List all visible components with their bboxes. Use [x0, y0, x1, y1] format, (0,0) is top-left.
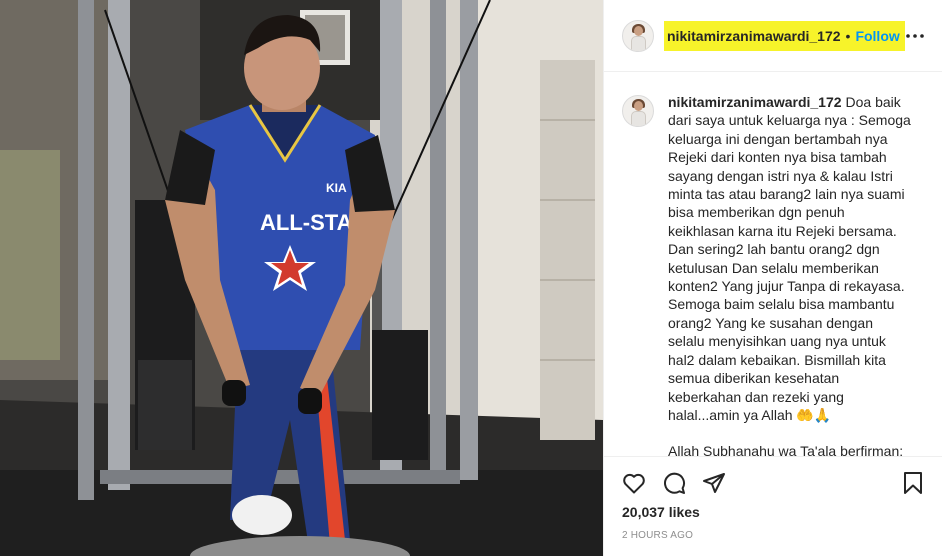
post-timestamp[interactable]: 2 HOURS AGO [622, 530, 693, 541]
heart-icon [623, 473, 645, 494]
save-button[interactable] [899, 469, 927, 497]
action-icons-row [620, 469, 927, 497]
share-icon [703, 473, 725, 493]
follow-button[interactable]: Follow [855, 28, 899, 44]
more-options-button[interactable] [905, 26, 925, 46]
caption-text: nikitamirzanimawardi_172 Doa baik dari sa… [668, 93, 913, 456]
caption-username[interactable]: nikitamirzanimawardi_172 [668, 94, 842, 110]
caption-area[interactable]: nikitamirzanimawardi_172 Doa baik dari sa… [604, 73, 942, 456]
username-highlight: nikitamirzanimawardi_172 • Follow [664, 20, 905, 51]
instagram-post: ALL-STAR KIA nikitamirzanimawardi_172 • … [0, 0, 942, 556]
caption-avatar[interactable] [622, 95, 654, 127]
caption-body: Doa baik dari saya untuk keluarga nya : … [668, 94, 911, 423]
post-header: nikitamirzanimawardi_172 • Follow [604, 0, 942, 72]
comment-button[interactable] [660, 469, 688, 497]
share-button[interactable] [700, 469, 728, 497]
author-username[interactable]: nikitamirzanimawardi_172 [667, 28, 841, 44]
comment-icon [664, 472, 686, 494]
jersey-brand: KIA [326, 181, 347, 195]
post-side-panel: nikitamirzanimawardi_172 • Follow nikita… [603, 0, 942, 556]
caption-paragraph-2: Allah Subhanahu wa Ta'ala berfirman: [668, 443, 904, 456]
header-separator: • [845, 27, 851, 44]
like-button[interactable] [620, 469, 648, 497]
more-horizontal-icon [906, 34, 924, 38]
gym-photo-illustration: ALL-STAR KIA [0, 0, 603, 556]
post-photo[interactable]: ALL-STAR KIA [0, 0, 603, 556]
bookmark-icon [904, 472, 922, 494]
author-avatar[interactable] [622, 19, 654, 52]
caption-paragraph-1: nikitamirzanimawardi_172 Doa baik dari sa… [668, 93, 913, 424]
actions-section: 20,037 likes 2 HOURS AGO [604, 456, 942, 556]
caption: nikitamirzanimawardi_172 Doa baik dari sa… [622, 93, 923, 456]
likes-count[interactable]: 20,037 likes [622, 504, 700, 520]
